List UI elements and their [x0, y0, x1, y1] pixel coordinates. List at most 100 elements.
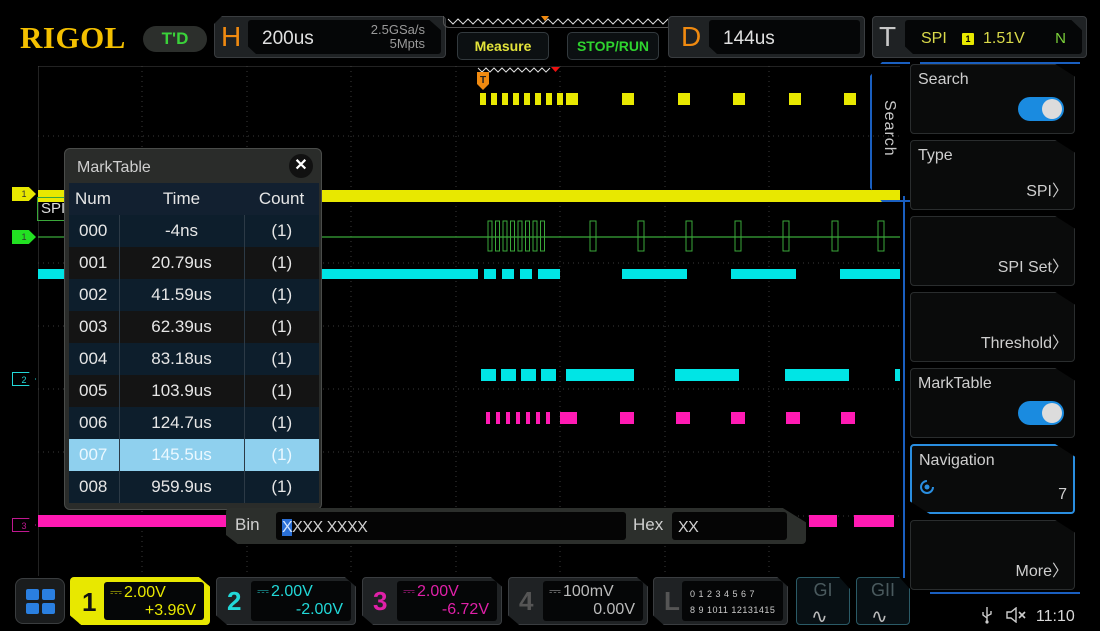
digital-bus-marker[interactable]: 1 — [12, 230, 36, 244]
ch1-burst — [535, 93, 541, 105]
timebase-value: 200us — [262, 28, 314, 49]
cell-count: (1) — [243, 311, 319, 343]
trigger-mode: N — [1055, 30, 1066, 47]
channel-offset: 0.00V — [593, 601, 635, 618]
memory-depth: 5Mpts — [389, 36, 425, 51]
bus-packet — [540, 220, 545, 252]
channel-3-box[interactable]: 3 ⎓ 2.00V -6.72V — [362, 577, 502, 625]
cell-time: 124.7us — [118, 407, 244, 439]
navigation-item[interactable]: Navigation 7 — [910, 444, 1075, 514]
ch2-segment — [675, 369, 739, 381]
decode-bar: Bin XXXX XXXX Hex XX — [226, 508, 806, 544]
search-toggle[interactable] — [1018, 97, 1064, 121]
mark-table-row[interactable]: 001 20.79us (1) — [69, 247, 319, 279]
bus-packet — [502, 220, 508, 252]
ch2-burst — [731, 269, 796, 279]
home-menu-button[interactable] — [15, 578, 65, 624]
delay-inner: 144us — [709, 20, 860, 54]
channel-scale: 100mV — [563, 583, 614, 600]
ch1-offset-marker[interactable]: 1 — [12, 187, 36, 201]
dc-coupling-icon: ⎓ — [549, 583, 561, 600]
channel-scale: 2.00V — [417, 583, 459, 600]
marktable-toggle[interactable] — [1018, 401, 1064, 425]
channel-4-box[interactable]: 4 ⎓ 100mV 0.00V — [508, 577, 648, 625]
ch1-burst — [524, 93, 530, 105]
ch3-burst — [486, 412, 490, 424]
bin-cursor: X — [282, 519, 293, 536]
mark-table: Num Time Count 000 -4ns (1) 001 20.79us (1) 00… — [69, 183, 319, 503]
mark-table-row[interactable]: 002 41.59us (1) — [69, 279, 319, 311]
cell-num: 008 — [69, 471, 119, 503]
ch3-segment — [809, 515, 837, 527]
channel-number: 4 — [519, 586, 534, 616]
mark-table-row[interactable]: 006 124.7us (1) — [69, 407, 319, 439]
ch3-offset-marker[interactable]: 3 — [12, 518, 36, 532]
channel-1-box[interactable]: 1 ⎓ 2.00V +3.96V — [70, 577, 210, 625]
bin-label: Bin — [235, 515, 260, 534]
more-item[interactable]: More〉 — [910, 520, 1075, 590]
mark-table-row[interactable]: 008 959.9us (1) — [69, 471, 319, 503]
generator-1-button[interactable]: GI ∿ — [796, 577, 850, 625]
ch1-burst — [733, 93, 745, 105]
ch2-offset-marker[interactable]: 2 — [12, 372, 36, 386]
mark-table-row[interactable]: 003 62.39us (1) — [69, 311, 319, 343]
bus-packet — [637, 220, 645, 252]
cell-num: 006 — [69, 407, 119, 439]
rotary-knob-icon — [920, 480, 934, 494]
ch2-segment — [521, 369, 536, 381]
search-enable-item[interactable]: Search — [910, 64, 1075, 134]
spi-set-item[interactable]: SPI Set〉 — [910, 216, 1075, 286]
grid-icon-cell — [42, 603, 55, 614]
side-panel-top-border — [920, 62, 1080, 64]
marktable-item[interactable]: MarkTable — [910, 368, 1075, 438]
logic-analyzer-box[interactable]: L 0 1 2 3 4 5 6 7 8 9 1011 12131415 — [653, 577, 788, 625]
grid-icon-cell — [26, 589, 39, 600]
close-icon[interactable]: ✕ — [289, 154, 313, 178]
cell-count: (1) — [243, 407, 319, 439]
mark-table-row[interactable]: 007 145.5us (1) — [69, 439, 319, 471]
ch2-segment — [541, 369, 556, 381]
trigger-box[interactable]: T SPI 1 1.51V N — [872, 16, 1087, 58]
bus-packet — [510, 220, 515, 252]
mark-table-row[interactable]: 005 103.9us (1) — [69, 375, 319, 407]
ch1-burst — [546, 93, 552, 105]
trigger-inner: SPI 1 1.51V N — [905, 20, 1082, 54]
generator-label: GI — [813, 580, 833, 600]
bus-packet — [831, 220, 839, 252]
ch2-burst — [622, 269, 687, 279]
cell-count: (1) — [243, 375, 319, 407]
horizontal-timebase-box[interactable]: H 200us 2.5GSa/s 5Mpts — [214, 16, 446, 58]
item-label: Threshold — [980, 335, 1052, 352]
channel-2-box[interactable]: 2 ⎓ 2.00V -2.00V — [216, 577, 356, 625]
stop-run-button[interactable]: STOP/RUN — [567, 32, 659, 60]
chevron-right-icon: 〉 — [1051, 183, 1068, 200]
bus-packet — [877, 220, 885, 252]
ch1-burst — [622, 93, 634, 105]
measure-button[interactable]: Measure — [457, 32, 549, 60]
logic-channels-row1: 0 1 2 3 4 5 6 7 — [690, 589, 756, 599]
bin-field[interactable]: XXXX XXXX — [276, 512, 626, 540]
delay-box[interactable]: D 144us — [668, 16, 865, 58]
hex-field[interactable]: XX — [672, 512, 787, 540]
ch2-segment — [785, 369, 849, 381]
search-tab-label: Search — [881, 100, 898, 157]
logic-channels-row2: 8 9 1011 12131415 — [690, 605, 776, 615]
bus-packet — [685, 220, 693, 252]
ch2-burst — [840, 269, 900, 279]
logic-letter: L — [664, 586, 680, 616]
threshold-item[interactable]: Threshold〉 — [910, 292, 1075, 362]
mark-table-title: MarkTable — [77, 159, 151, 176]
side-panel-border — [903, 196, 905, 578]
channel-offset: -2.00V — [295, 601, 343, 618]
ch2-burst — [502, 269, 514, 279]
mark-table-row[interactable]: 000 -4ns (1) — [69, 215, 319, 247]
mark-table-row[interactable]: 004 83.18us (1) — [69, 343, 319, 375]
ch3-burst — [526, 412, 530, 424]
ch3-burst — [786, 412, 800, 424]
type-item[interactable]: Type SPI〉 — [910, 140, 1075, 210]
bus-packet — [525, 220, 530, 252]
speaker-muted-icon[interactable] — [1006, 606, 1028, 624]
generator-2-button[interactable]: GII ∿ — [856, 577, 910, 625]
channel-number: 1 — [82, 587, 97, 617]
channel-inner: ⎓ 2.00V +3.96V — [104, 582, 204, 620]
